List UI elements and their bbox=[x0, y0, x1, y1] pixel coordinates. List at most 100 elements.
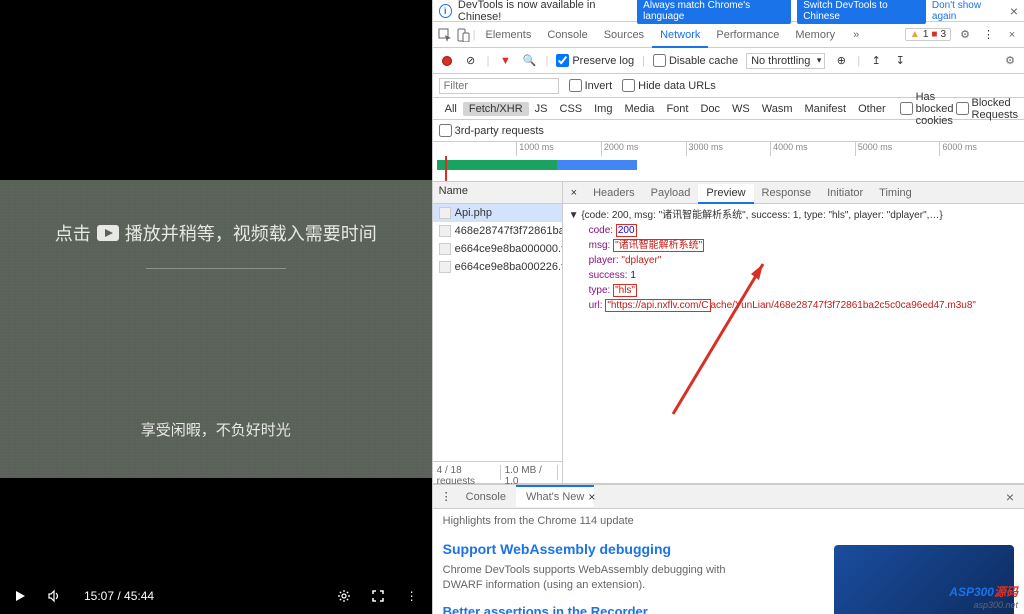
invert-checkbox[interactable]: Invert bbox=[569, 79, 613, 92]
tab-elements[interactable]: Elements bbox=[477, 24, 539, 46]
video-tagline: 享受闲暇，不负好时光 bbox=[141, 419, 291, 440]
detail-tab-preview[interactable]: Preview bbox=[698, 184, 753, 204]
video-prompt-b: 播放并稍等，视频载入需要时间 bbox=[125, 220, 377, 246]
tab-sources[interactable]: Sources bbox=[596, 24, 652, 46]
timeline-tick bbox=[433, 142, 517, 156]
clear-button[interactable]: ⊘ bbox=[463, 53, 479, 69]
type-other[interactable]: Other bbox=[852, 102, 892, 116]
record-button[interactable] bbox=[439, 53, 455, 69]
type-manifest[interactable]: Manifest bbox=[799, 102, 853, 116]
type-js[interactable]: JS bbox=[529, 102, 554, 116]
tab-more[interactable]: » bbox=[845, 24, 867, 46]
tab-network[interactable]: Network bbox=[652, 24, 708, 48]
play-button[interactable] bbox=[12, 588, 28, 604]
blocked-requests-checkbox[interactable]: Blocked Requests bbox=[956, 97, 1018, 121]
devtools-menu-icon[interactable]: ⋮ bbox=[979, 28, 998, 41]
timeline-tick: 5000 ms bbox=[855, 142, 940, 156]
download-icon[interactable]: ↧ bbox=[892, 53, 908, 69]
banner-close-icon[interactable]: × bbox=[1010, 3, 1018, 19]
request-item[interactable]: e664ce9e8ba000000.ts bbox=[433, 240, 562, 258]
list-header-name[interactable]: Name bbox=[433, 182, 562, 204]
filter-input[interactable] bbox=[439, 78, 559, 94]
whats-new-highlights: Highlights from the Chrome 114 update bbox=[443, 515, 1014, 527]
wifi-icon[interactable]: ⊕ bbox=[833, 53, 849, 69]
type-wasm[interactable]: Wasm bbox=[756, 102, 799, 116]
drawer-tab-console[interactable]: Console bbox=[456, 487, 516, 507]
timeline-tick: 1000 ms bbox=[516, 142, 601, 156]
status-size: 1.0 MB / 1.0 bbox=[505, 465, 558, 480]
timeline-tick: 2000 ms bbox=[601, 142, 686, 156]
type-all[interactable]: All bbox=[439, 102, 463, 116]
timeline-overview[interactable]: 1000 ms2000 ms3000 ms4000 ms5000 ms6000 … bbox=[433, 142, 1024, 182]
warnings-badge[interactable]: ▲1 ■3 bbox=[905, 28, 951, 41]
request-list: Name Api.php468e28747f3f72861ba2c5...e66… bbox=[433, 182, 563, 483]
request-item[interactable]: e664ce9e8ba000226.ts bbox=[433, 258, 562, 276]
file-icon bbox=[439, 225, 451, 237]
tab-console[interactable]: Console bbox=[539, 24, 595, 46]
volume-button[interactable] bbox=[46, 588, 62, 604]
whats-new-body[interactable]: Highlights from the Chrome 114 update Su… bbox=[433, 509, 1024, 614]
request-item[interactable]: 468e28747f3f72861ba2c5... bbox=[433, 222, 562, 240]
preserve-log-checkbox[interactable]: Preserve log bbox=[556, 54, 634, 67]
detail-tab-response[interactable]: Response bbox=[754, 184, 820, 202]
banner-text: DevTools is now available in Chinese! bbox=[458, 0, 631, 23]
fullscreen-button[interactable] bbox=[370, 588, 386, 604]
settings-button[interactable] bbox=[336, 588, 352, 604]
tab-performance[interactable]: Performance bbox=[708, 24, 787, 46]
network-toolbar: ⊘ | ▼ 🔍 | Preserve log | Disable cache N… bbox=[433, 48, 1024, 74]
timeline-tick: 3000 ms bbox=[686, 142, 771, 156]
type-fetch-xhr[interactable]: Fetch/XHR bbox=[463, 102, 529, 116]
status-requests: 4 / 18 requests bbox=[437, 465, 501, 480]
banner-switch-button[interactable]: Switch DevTools to Chinese bbox=[797, 0, 926, 24]
request-detail: × HeadersPayloadPreviewResponseInitiator… bbox=[563, 182, 1024, 483]
type-css[interactable]: CSS bbox=[554, 102, 589, 116]
language-banner: i DevTools is now available in Chinese! … bbox=[433, 0, 1024, 22]
video-player: 点击 播放并稍等，视频载入需要时间 享受闲暇，不负好时光 15:07 / 45:… bbox=[0, 0, 432, 614]
close-devtools-icon[interactable]: × bbox=[1004, 27, 1020, 43]
type-img[interactable]: Img bbox=[588, 102, 618, 116]
request-item[interactable]: Api.php bbox=[433, 204, 562, 222]
preview-body[interactable]: ▼ {code: 200, msg: "诸讯智能解析系统", success: … bbox=[563, 204, 1024, 483]
drawer-tab-what-s-new[interactable]: What's New bbox=[516, 485, 594, 507]
hide-dataurls-checkbox[interactable]: Hide data URLs bbox=[622, 79, 716, 92]
detail-close-icon[interactable]: × bbox=[567, 187, 581, 199]
drawer-close-icon[interactable]: × bbox=[1000, 489, 1020, 505]
disable-cache-checkbox[interactable]: Disable cache bbox=[653, 54, 738, 67]
network-body: Name Api.php468e28747f3f72861ba2c5...e66… bbox=[433, 182, 1024, 484]
drawer-menu-icon[interactable]: ⋮ bbox=[437, 490, 456, 503]
device-toggle-icon[interactable] bbox=[455, 27, 471, 43]
info-icon: i bbox=[439, 4, 452, 18]
settings-icon[interactable]: ⚙ bbox=[957, 27, 973, 43]
detail-tab-payload[interactable]: Payload bbox=[643, 184, 699, 202]
type-media[interactable]: Media bbox=[618, 102, 660, 116]
banner-dismiss-link[interactable]: Don't show again bbox=[932, 0, 1004, 22]
detail-tab-timing[interactable]: Timing bbox=[871, 184, 920, 202]
network-settings-icon[interactable]: ⚙ bbox=[1002, 53, 1018, 69]
video-controls: 15:07 / 45:44 ⋮ bbox=[0, 578, 432, 614]
banner-match-button[interactable]: Always match Chrome's language bbox=[637, 0, 791, 24]
search-icon[interactable]: 🔍 bbox=[521, 53, 537, 69]
timeline-tick: 4000 ms bbox=[770, 142, 855, 156]
third-party-checkbox[interactable]: 3rd-party requests bbox=[439, 124, 544, 137]
video-prompt: 点击 播放并稍等，视频载入需要时间 bbox=[55, 220, 377, 246]
timeline-bar bbox=[437, 160, 637, 170]
devtools-panel: i DevTools is now available in Chinese! … bbox=[432, 0, 1024, 614]
more-button[interactable]: ⋮ bbox=[404, 588, 420, 604]
drawer-tabs: ⋮ ConsoleWhat's New × × bbox=[433, 485, 1024, 509]
tab-memory[interactable]: Memory bbox=[787, 24, 843, 46]
video-prompt-a: 点击 bbox=[55, 220, 91, 246]
type-font[interactable]: Font bbox=[660, 102, 694, 116]
time-display: 15:07 / 45:44 bbox=[84, 589, 154, 603]
type-ws[interactable]: WS bbox=[726, 102, 756, 116]
throttling-select[interactable]: No throttling bbox=[746, 53, 825, 69]
detail-tab-headers[interactable]: Headers bbox=[585, 184, 643, 202]
type-doc[interactable]: Doc bbox=[694, 102, 726, 116]
upload-icon[interactable]: ↥ bbox=[868, 53, 884, 69]
video-content[interactable]: 点击 播放并稍等，视频载入需要时间 享受闲暇，不负好时光 bbox=[0, 180, 432, 478]
timeline-tick: 6000 ms bbox=[939, 142, 1024, 156]
inspect-icon[interactable] bbox=[437, 27, 453, 43]
detail-tab-initiator[interactable]: Initiator bbox=[819, 184, 871, 202]
type-filter-row: AllFetch/XHRJSCSSImgMediaFontDocWSWasmMa… bbox=[433, 98, 1024, 120]
filter-toggle-icon[interactable]: ▼ bbox=[497, 53, 513, 69]
tab-close-icon[interactable]: × bbox=[588, 490, 595, 504]
